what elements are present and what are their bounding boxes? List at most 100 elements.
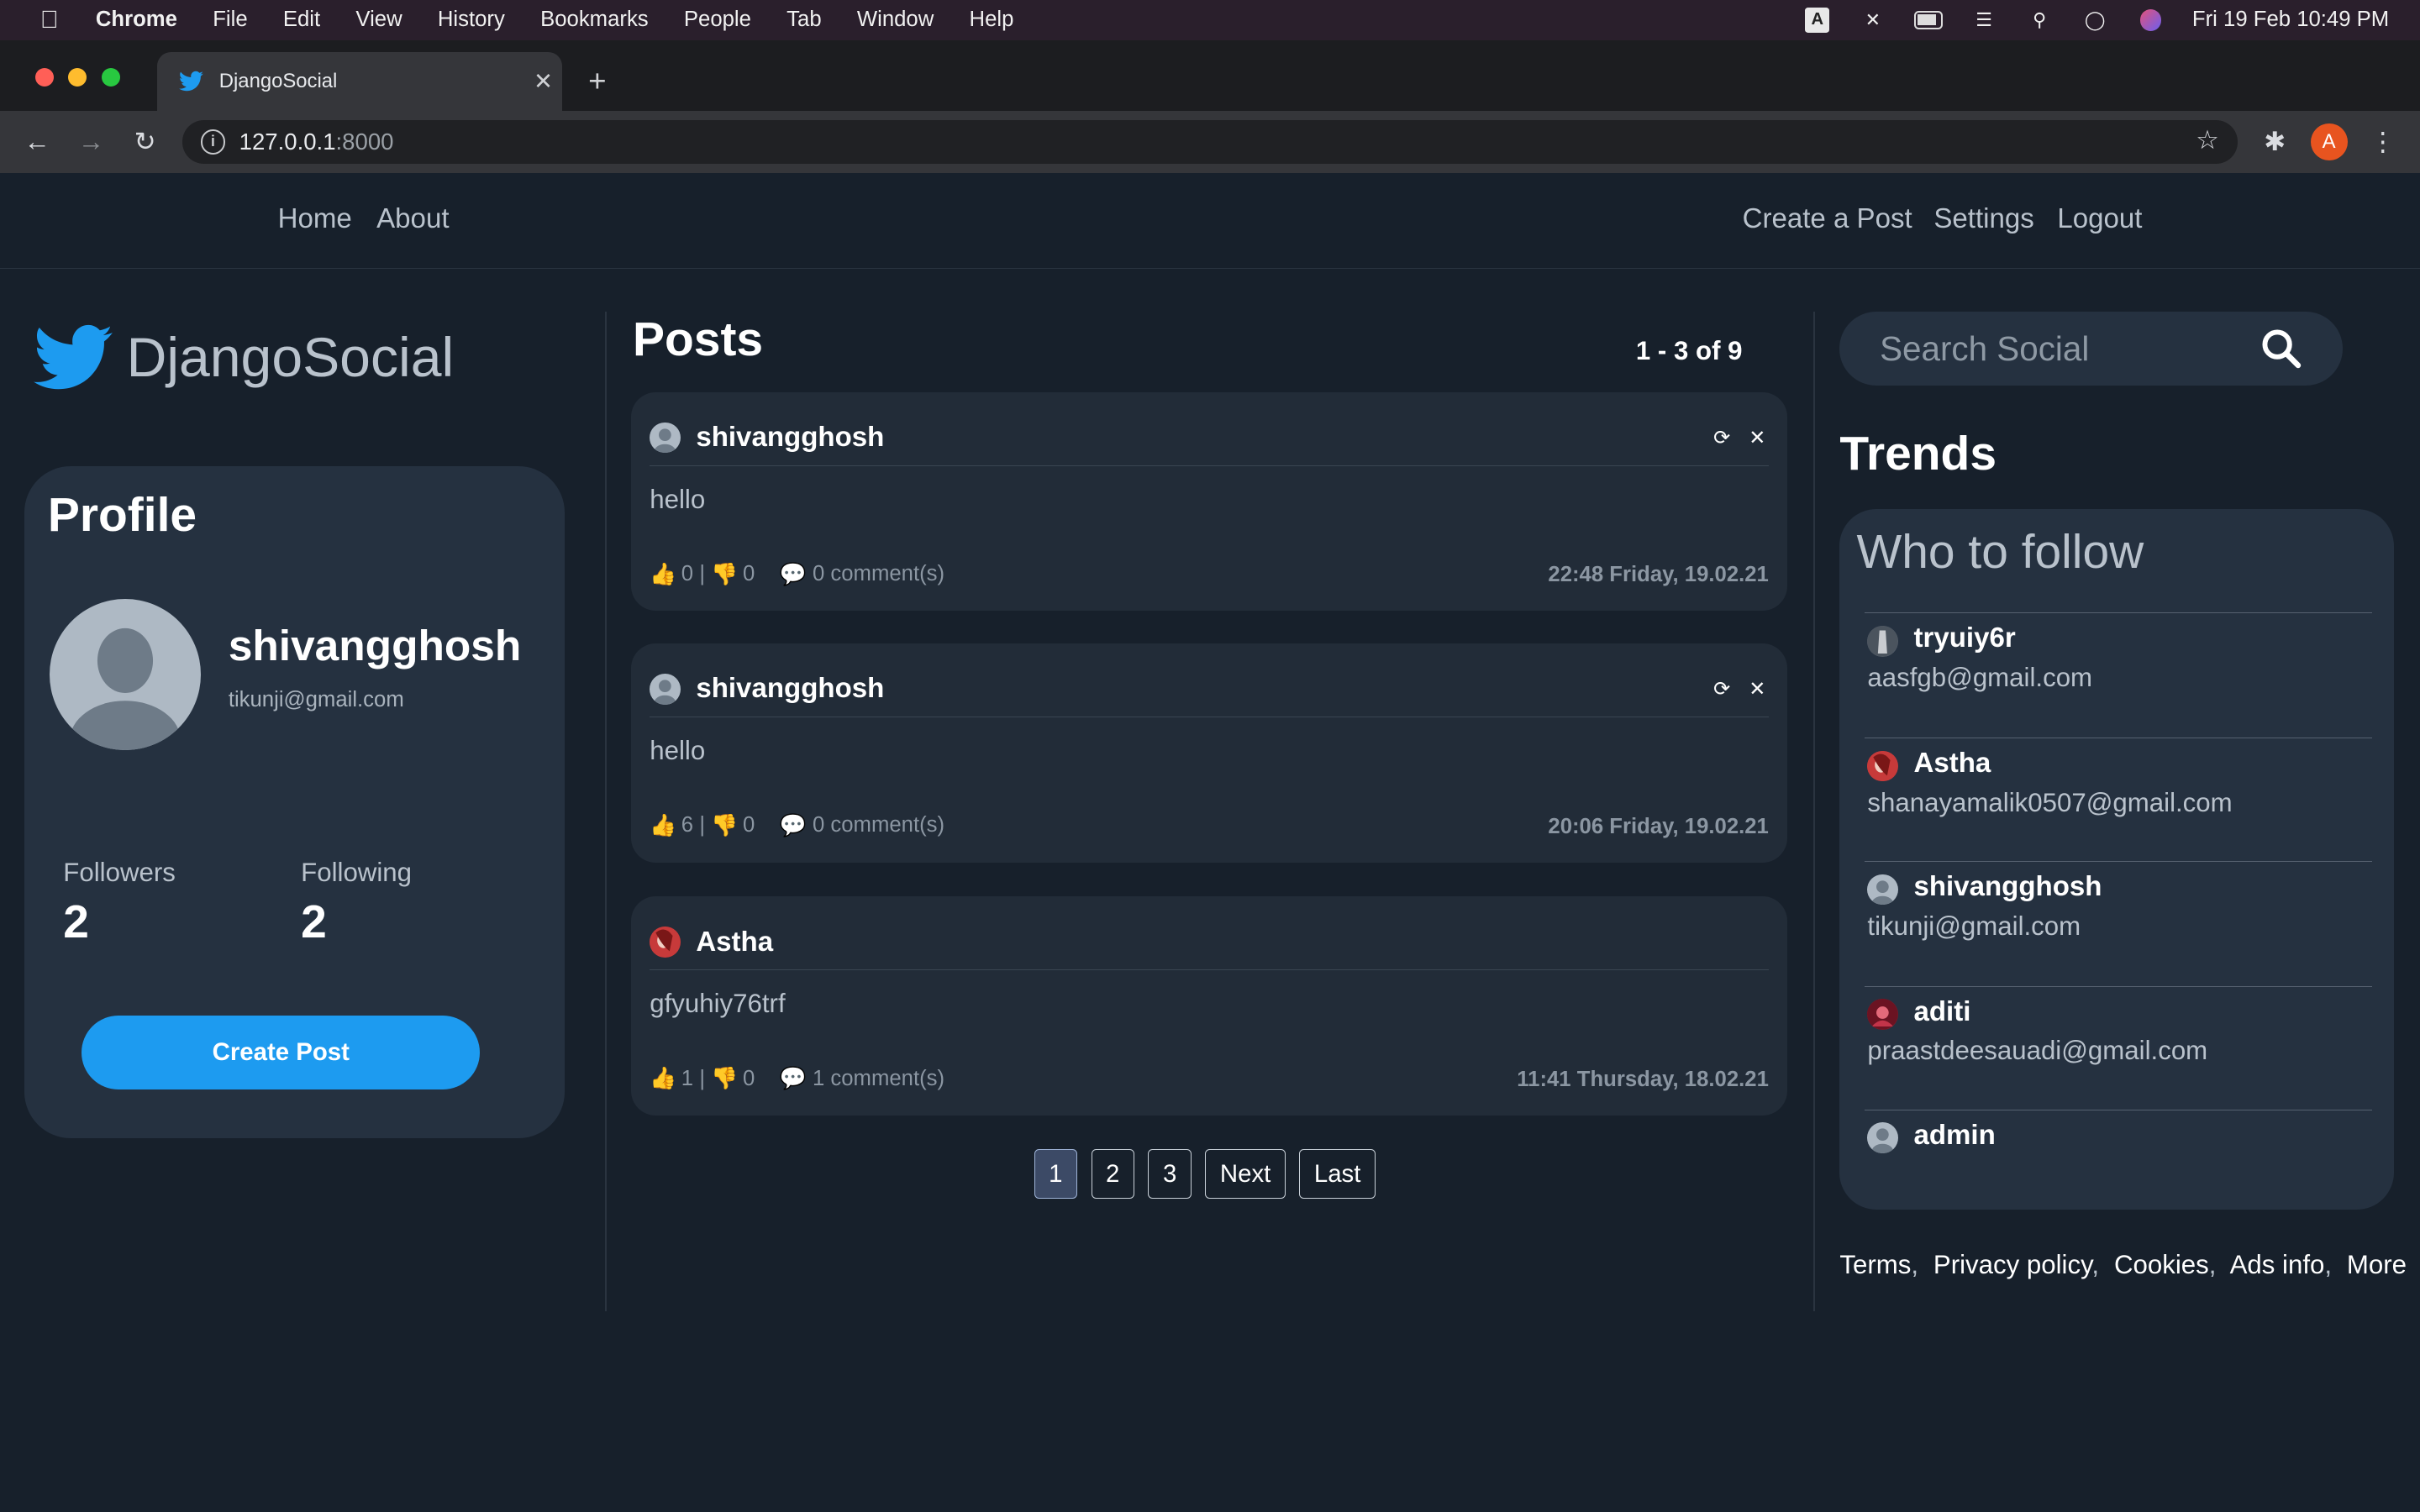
follow-suggestion[interactable]: aditi praastdeesauadi@gmail.com <box>1864 985 2372 1110</box>
comment-count: 0 comment(s) <box>812 562 945 586</box>
site-info-icon[interactable]: i <box>200 129 226 155</box>
menu-tab[interactable]: Tab <box>786 8 821 32</box>
page-button-3[interactable]: 3 <box>1148 1149 1192 1200</box>
menu-bookmarks[interactable]: Bookmarks <box>540 8 649 32</box>
suggested-user-name[interactable]: admin <box>1913 1120 1995 1152</box>
brand-logo[interactable]: DjangoSocial <box>34 323 454 393</box>
footer-ads-info-link[interactable]: Ads info <box>2230 1250 2325 1279</box>
menu-file[interactable]: File <box>213 8 247 32</box>
post-author[interactable]: Astha <box>696 927 773 958</box>
tab-close-icon[interactable]: ✕ <box>524 68 561 95</box>
comments-link[interactable]: 💬 0 comment(s) <box>780 813 944 838</box>
follow-suggestion[interactable]: Astha shanayamalik0507@gmail.com <box>1864 737 2372 861</box>
comments-link[interactable]: 💬 1 comment(s) <box>780 1066 944 1091</box>
menu-view[interactable]: View <box>355 8 402 32</box>
menu-clock[interactable]: Fri 19 Feb 10:49 PM <box>2192 8 2389 32</box>
mute-icon[interactable]: ✕ <box>1859 9 1886 31</box>
nav-about-link[interactable]: About <box>376 203 449 235</box>
follow-suggestion[interactable]: admin <box>1864 1109 2372 1187</box>
comment-count: 1 comment(s) <box>812 1066 945 1090</box>
spotlight-icon[interactable]: ⚲ <box>2026 9 2054 31</box>
like-count: 0 <box>681 562 694 586</box>
next-page-button[interactable]: Next <box>1205 1149 1286 1200</box>
thumbs-up-icon[interactable]: 👍 <box>650 813 676 838</box>
address-bar[interactable]: i 127.0.0.1:8000 ☆ <box>182 120 2238 164</box>
search-input[interactable] <box>1876 327 2248 370</box>
nav-create-post-link[interactable]: Create a Post <box>1743 203 1912 235</box>
browser-profile-avatar[interactable]: A <box>2310 123 2348 160</box>
edit-post-icon[interactable]: ⟳ <box>1713 677 1730 701</box>
input-source-icon[interactable]: A <box>1803 8 1831 33</box>
default-user-icon <box>654 428 676 454</box>
footer-terms-link[interactable]: Terms <box>1839 1250 1911 1279</box>
battery-icon[interactable] <box>1914 9 1943 31</box>
footer-privacy-link[interactable]: Privacy policy <box>1933 1250 2092 1279</box>
follow-suggestion[interactable]: tryuiy6r aasfgb@gmail.com <box>1864 612 2372 736</box>
author-avatar[interactable] <box>650 674 681 705</box>
page-button-2[interactable]: 2 <box>1091 1149 1134 1200</box>
thumbs-up-icon[interactable]: 👍 <box>650 562 676 587</box>
delete-post-icon[interactable]: ✕ <box>1749 426 1765 450</box>
post-author[interactable]: shivangghosh <box>696 673 884 705</box>
menu-app-name[interactable]: Chrome <box>96 8 177 32</box>
suggested-user-name[interactable]: aditi <box>1913 996 1970 1028</box>
last-page-button[interactable]: Last <box>1299 1149 1376 1200</box>
url-host: 127.0.0.1 <box>239 128 336 155</box>
post-header: shivangghosh ⟳ ✕ <box>650 411 1769 466</box>
new-tab-icon[interactable]: + <box>581 64 614 98</box>
menu-window[interactable]: Window <box>857 8 934 32</box>
post-author[interactable]: shivangghosh <box>696 422 884 454</box>
author-avatar[interactable] <box>650 927 681 958</box>
profile-username[interactable]: shivangghosh <box>229 620 521 670</box>
footer-more-link[interactable]: More <box>2347 1250 2407 1279</box>
control-center-icon[interactable]: ◯ <box>2081 9 2109 31</box>
extensions-puzzle-icon[interactable]: ✱ <box>2256 123 2293 160</box>
nav-settings-link[interactable]: Settings <box>1933 203 2033 235</box>
window-close-button[interactable] <box>35 67 55 87</box>
create-post-button[interactable]: Create Post <box>82 1015 481 1089</box>
thumbs-down-icon[interactable]: 👎 <box>711 562 738 587</box>
post-actions: ⟳ ✕ <box>1713 426 1765 450</box>
browser-menu-kebab-icon[interactable]: ⋮ <box>2365 123 2402 160</box>
wifi-icon[interactable]: ☰ <box>1970 9 1998 31</box>
page-button-1[interactable]: 1 <box>1034 1149 1077 1200</box>
post-actions: ⟳ ✕ <box>1713 677 1765 701</box>
suggested-user-name[interactable]: shivangghosh <box>1913 871 2102 903</box>
edit-post-icon[interactable]: ⟳ <box>1713 426 1730 450</box>
comments-link[interactable]: 💬 0 comment(s) <box>780 562 944 587</box>
trends-heading: Trends <box>1839 426 1996 480</box>
back-arrow-icon[interactable]: ← <box>18 123 55 160</box>
window-zoom-button[interactable] <box>102 67 121 87</box>
suggested-user-name[interactable]: Astha <box>1913 748 1991 780</box>
footer-cookies-link[interactable]: Cookies <box>2114 1250 2209 1279</box>
post-date: 22:48 Friday, 19.02.21 <box>1548 563 1769 587</box>
browser-tab[interactable]: DjangoSocial ✕ <box>157 52 562 112</box>
nav-home-link[interactable]: Home <box>278 203 352 235</box>
bookmark-star-icon[interactable]: ☆ <box>2196 125 2219 155</box>
like-count: 1 <box>681 1066 694 1090</box>
thumbs-up-icon[interactable]: 👍 <box>650 1066 676 1091</box>
thumbs-down-icon[interactable]: 👎 <box>711 1066 738 1091</box>
menu-help[interactable]: Help <box>970 8 1014 32</box>
suggested-user-name[interactable]: tryuiy6r <box>1913 622 2015 654</box>
siri-icon[interactable] <box>2137 9 2165 31</box>
reload-icon[interactable]: ↻ <box>127 123 164 160</box>
delete-post-icon[interactable]: ✕ <box>1749 677 1765 701</box>
search-icon[interactable] <box>2260 327 2302 370</box>
apple-icon[interactable]:  <box>34 6 65 34</box>
menu-edit[interactable]: Edit <box>283 8 320 32</box>
dislike-count: 0 <box>742 562 755 586</box>
menu-people[interactable]: People <box>684 8 751 32</box>
posts-range: 1 - 3 of 9 <box>1635 336 1743 366</box>
nav-logout-link[interactable]: Logout <box>2057 203 2142 235</box>
follow-suggestion[interactable]: shivangghosh tikunji@gmail.com <box>1864 860 2372 984</box>
tab-title: DjangoSocial <box>218 70 338 93</box>
thumbs-down-icon[interactable]: 👎 <box>711 813 738 838</box>
forward-arrow-icon[interactable]: → <box>72 123 109 160</box>
window-minimize-button[interactable] <box>67 67 87 87</box>
post-footer: 👍 1 | 👎 0 💬 1 comment(s) <box>650 1066 944 1091</box>
author-avatar[interactable] <box>650 422 681 454</box>
post-card: shivangghosh ⟳ ✕ hello 👍 6 | 👎 0 💬 0 commen… <box>631 643 1787 863</box>
profile-avatar[interactable] <box>49 598 201 750</box>
menu-history[interactable]: History <box>438 8 505 32</box>
